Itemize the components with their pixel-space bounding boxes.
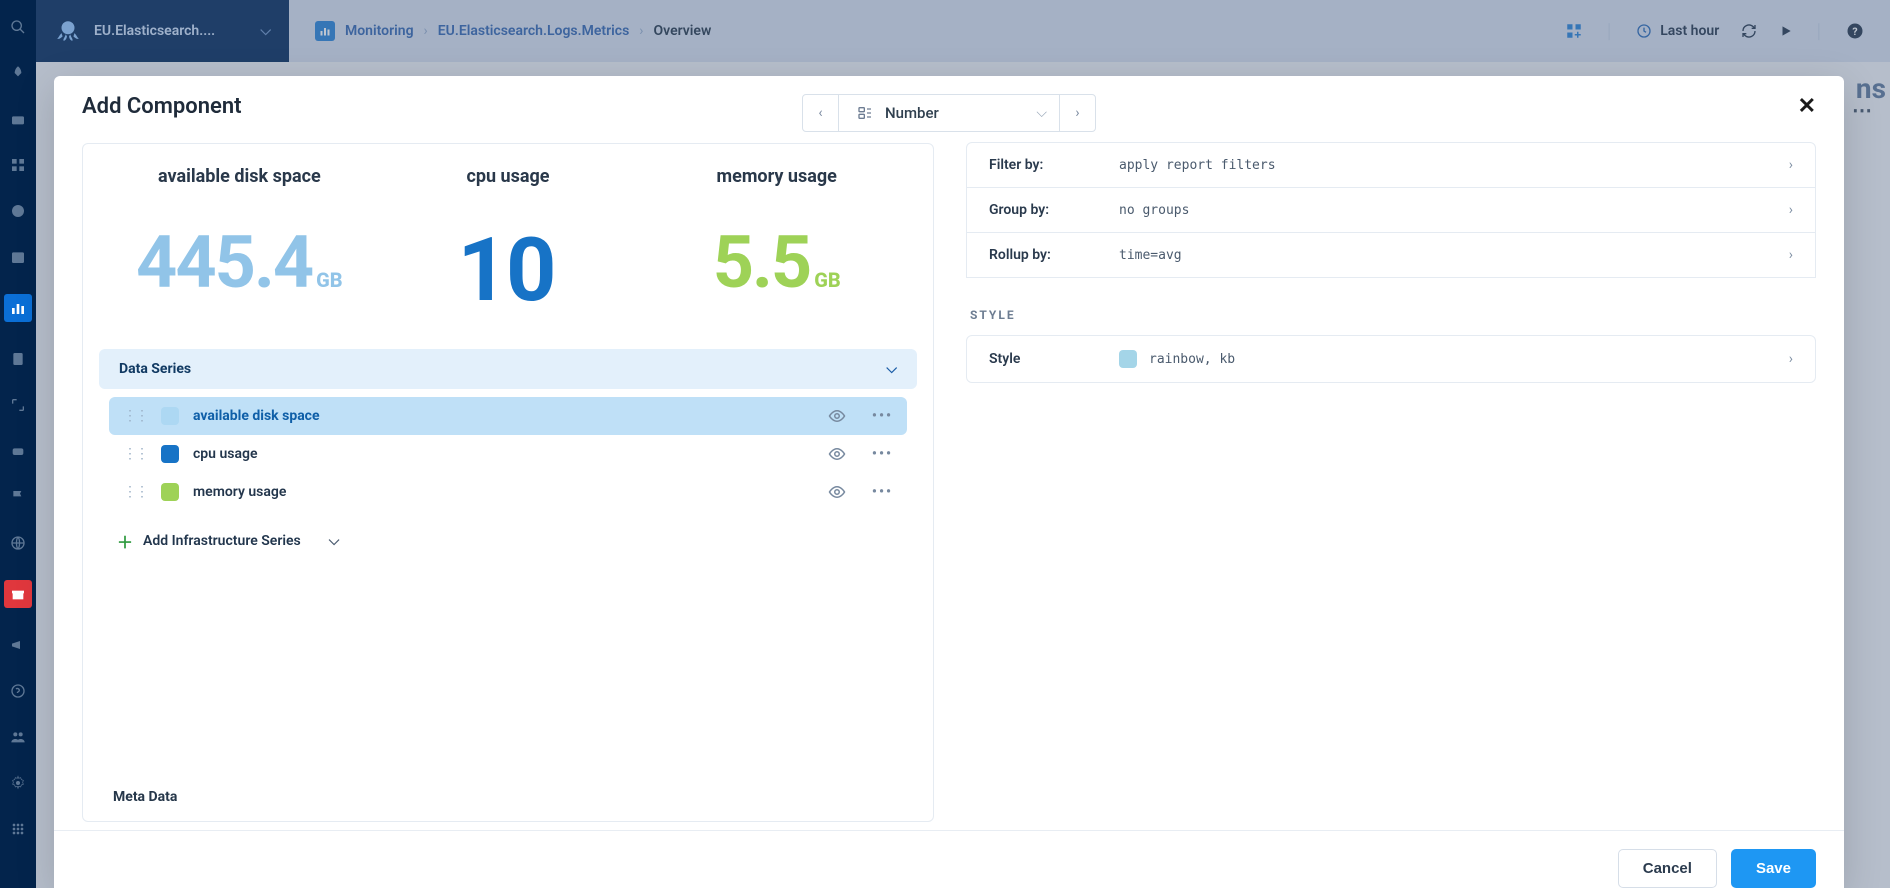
series-row[interactable]: ⋮⋮ memory usage ••• xyxy=(109,473,907,511)
style-swatch xyxy=(1119,350,1137,368)
preview-card-memory: memory usage 5.5GB xyxy=(650,166,903,315)
doc-icon[interactable] xyxy=(9,350,27,368)
expand-icon[interactable] xyxy=(9,396,27,414)
series-swatch xyxy=(161,483,179,501)
chevron-right-icon: › xyxy=(1789,202,1793,218)
megaphone-icon[interactable] xyxy=(9,636,27,654)
nav-sidebar xyxy=(0,0,36,888)
chevron-down-icon: ⌵ xyxy=(886,361,897,377)
component-type-picker: ‹ Number ⌵ › xyxy=(802,94,1096,132)
series-row[interactable]: ⋮⋮ available disk space ••• xyxy=(109,397,907,435)
series-swatch xyxy=(161,445,179,463)
more-icon[interactable]: ••• xyxy=(872,408,893,424)
card-value: 5.5 xyxy=(713,227,811,299)
add-series-button[interactable]: ＋ Add Infrastructure Series ⌵ xyxy=(83,515,933,561)
series-label: memory usage xyxy=(193,484,286,500)
component-type-select[interactable]: Number ⌵ xyxy=(839,95,1059,131)
filter-by-row[interactable]: Filter by: apply report filters › xyxy=(966,142,1816,188)
preview-cards: available disk space 445.4GB cpu usage 1… xyxy=(83,144,933,349)
series-swatch xyxy=(161,407,179,425)
card-value: 10 xyxy=(458,227,555,315)
plus-icon: ＋ xyxy=(117,529,133,553)
drag-handle-icon[interactable]: ⋮⋮ xyxy=(123,484,147,500)
calendar-icon[interactable] xyxy=(9,248,27,266)
drag-handle-icon[interactable]: ⋮⋮ xyxy=(123,446,147,462)
rollup-by-label: Rollup by: xyxy=(989,247,1089,263)
chevron-right-icon: › xyxy=(1789,247,1793,263)
chevron-down-icon: ⌵ xyxy=(1036,105,1047,121)
more-icon[interactable]: ••• xyxy=(872,446,893,462)
inbox-icon[interactable] xyxy=(9,110,27,128)
visibility-icon[interactable] xyxy=(828,483,846,501)
series-label: cpu usage xyxy=(193,446,258,462)
card-title: available disk space xyxy=(113,166,366,187)
chevron-down-icon: ⌵ xyxy=(329,533,340,549)
alert-icon[interactable] xyxy=(9,202,27,220)
save-button[interactable]: Save xyxy=(1731,849,1816,888)
gear-icon[interactable] xyxy=(9,774,27,792)
filter-by-label: Filter by: xyxy=(989,157,1089,173)
team-icon[interactable] xyxy=(9,728,27,746)
card-title: memory usage xyxy=(650,166,903,187)
data-series-label: Data Series xyxy=(119,361,191,377)
bot-icon[interactable] xyxy=(9,442,27,460)
card-title: cpu usage xyxy=(382,166,635,187)
drag-handle-icon[interactable]: ⋮⋮ xyxy=(123,408,147,424)
add-component-modal: Add Component ✕ ‹ Number ⌵ › available d… xyxy=(54,76,1844,888)
series-list: ⋮⋮ available disk space ••• ⋮⋮ cpu usage… xyxy=(83,389,933,515)
chevron-right-icon: › xyxy=(1789,351,1793,367)
apps-icon[interactable] xyxy=(9,820,27,838)
meta-data-header[interactable]: Meta Data xyxy=(83,767,933,821)
visibility-icon[interactable] xyxy=(828,445,846,463)
dashboards-icon[interactable] xyxy=(4,294,32,322)
cancel-button[interactable]: Cancel xyxy=(1618,849,1717,888)
flag-icon[interactable] xyxy=(9,488,27,506)
visibility-icon[interactable] xyxy=(828,407,846,425)
rollup-by-row[interactable]: Rollup by: time=avg › xyxy=(966,232,1816,278)
more-icon[interactable]: ••• xyxy=(872,484,893,500)
style-value: rainbow, kb xyxy=(1149,352,1235,367)
group-by-value: no groups xyxy=(1119,203,1189,218)
globe-icon[interactable] xyxy=(9,534,27,552)
series-label: available disk space xyxy=(193,408,320,424)
next-type-button[interactable]: › xyxy=(1059,95,1095,131)
prev-type-button[interactable]: ‹ xyxy=(803,95,839,131)
card-value: 445.4 xyxy=(136,227,312,299)
preview-card-disk: available disk space 445.4GB xyxy=(113,166,366,315)
modal-title: Add Component xyxy=(82,94,242,119)
add-series-label: Add Infrastructure Series xyxy=(143,533,301,549)
group-by-row[interactable]: Group by: no groups › xyxy=(966,187,1816,233)
chevron-right-icon: › xyxy=(1789,157,1793,173)
number-type-icon xyxy=(857,105,873,121)
rocket-icon[interactable] xyxy=(9,64,27,82)
style-row[interactable]: Style rainbow, kb › xyxy=(966,335,1816,383)
close-icon[interactable]: ✕ xyxy=(1798,94,1816,119)
style-section-label: STYLE xyxy=(966,278,1816,336)
card-unit: GB xyxy=(316,270,342,290)
help-icon[interactable] xyxy=(9,682,27,700)
search-icon[interactable] xyxy=(9,18,27,36)
data-series-header[interactable]: Data Series ⌵ xyxy=(99,349,917,389)
series-row[interactable]: ⋮⋮ cpu usage ••• xyxy=(109,435,907,473)
gift-icon[interactable] xyxy=(4,580,32,608)
group-by-label: Group by: xyxy=(989,202,1089,218)
grid-icon[interactable] xyxy=(9,156,27,174)
preview-panel: available disk space 445.4GB cpu usage 1… xyxy=(82,143,934,822)
preview-card-cpu: cpu usage 10 xyxy=(382,166,635,315)
component-type-value: Number xyxy=(885,104,939,122)
filter-by-value: apply report filters xyxy=(1119,158,1276,173)
config-panel: Filter by: apply report filters › Group … xyxy=(966,143,1816,822)
style-label: Style xyxy=(989,351,1089,367)
modal-footer: Cancel Save xyxy=(54,830,1844,888)
card-unit: GB xyxy=(814,270,840,290)
rollup-by-value: time=avg xyxy=(1119,248,1182,263)
